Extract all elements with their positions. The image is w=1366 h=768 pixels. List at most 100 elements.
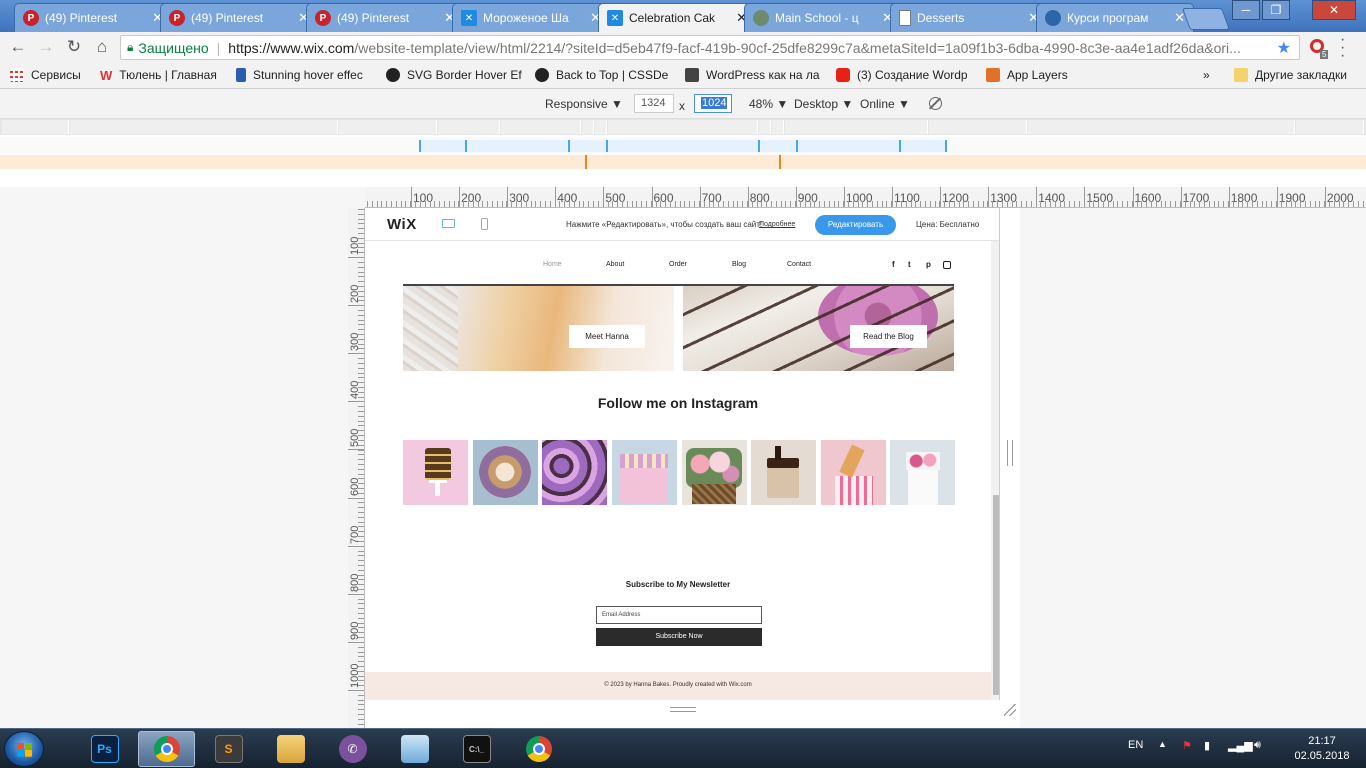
zoom-select[interactable]: 48% ▼ bbox=[749, 97, 788, 111]
bookmark-tyulen[interactable]: W Тюлень | Главная bbox=[100, 68, 217, 83]
bookmark-youtube[interactable]: (3) Создание Wordp bbox=[836, 68, 968, 82]
taskbar-chrome-2[interactable] bbox=[510, 731, 567, 767]
media-query-segment[interactable] bbox=[501, 120, 581, 134]
instagram-photo-layer-cake[interactable] bbox=[403, 440, 468, 505]
nav-blog[interactable]: Blog bbox=[732, 261, 746, 268]
network-warning-icon[interactable]: ⚑ bbox=[1182, 739, 1192, 752]
instagram-photo-flowers[interactable] bbox=[682, 440, 747, 505]
instagram-photo-floral-cake[interactable] bbox=[890, 440, 955, 505]
device-type-select[interactable]: Desktop ▼ bbox=[794, 97, 853, 111]
nav-about[interactable]: About bbox=[606, 261, 624, 268]
viewport-scrollbar-thumb[interactable] bbox=[993, 495, 999, 695]
back-button[interactable]: ← bbox=[4, 33, 32, 61]
tab-ice-cream[interactable]: ✕ Мороженое Ша ✕ bbox=[452, 3, 610, 32]
tab-main-school[interactable]: Main School - ц ✕ bbox=[744, 3, 902, 32]
instagram-photo-ice-cream-cake[interactable] bbox=[821, 440, 886, 505]
media-query-segment[interactable] bbox=[608, 120, 758, 134]
media-query-segment[interactable] bbox=[929, 120, 1027, 134]
nav-home[interactable]: Home bbox=[543, 261, 562, 268]
twitter-icon[interactable]: t bbox=[908, 260, 911, 269]
browser-menu-icon[interactable]: · · · bbox=[1340, 32, 1345, 64]
media-query-segment[interactable] bbox=[595, 120, 607, 134]
media-query-segment[interactable] bbox=[1028, 120, 1295, 134]
address-bar[interactable]: 🔒︎ Защищено | https://www.wix.com/websit… bbox=[120, 35, 1300, 60]
minimize-button[interactable]: ─ bbox=[1232, 0, 1260, 20]
bookmark-app-layers[interactable]: App Layers bbox=[986, 68, 1068, 82]
instagram-photo-donuts[interactable] bbox=[473, 440, 538, 505]
bookmark-wordpress[interactable]: WordPress как на ла bbox=[685, 68, 820, 82]
taskbar-photoshop[interactable]: Ps bbox=[76, 731, 133, 767]
close-window-button[interactable]: ✕ bbox=[1312, 0, 1356, 20]
bookmark-hover-effects[interactable]: Stunning hover effec bbox=[236, 68, 363, 82]
media-query-segment[interactable] bbox=[438, 120, 500, 134]
media-query-segment[interactable] bbox=[339, 120, 437, 134]
media-query-bar-min[interactable] bbox=[0, 155, 1366, 169]
taskbar-control-panel[interactable] bbox=[386, 731, 443, 767]
taskbar-explorer[interactable] bbox=[262, 731, 319, 767]
ruler-minor-tick bbox=[358, 396, 364, 398]
wix-logo[interactable]: WiX bbox=[387, 216, 417, 233]
device-select[interactable]: Responsive ▼ bbox=[545, 97, 623, 111]
facebook-icon[interactable]: f bbox=[892, 260, 895, 269]
taskbar-clock[interactable]: 21:17 02.05.2018 bbox=[1287, 734, 1357, 764]
media-query-segment[interactable] bbox=[772, 120, 784, 134]
taskbar-sublime[interactable]: S bbox=[200, 731, 257, 767]
corner-resize-handle[interactable] bbox=[1004, 704, 1016, 716]
media-query-segment[interactable] bbox=[1296, 120, 1364, 134]
tab-pinterest-1[interactable]: P (49) Pinterest ✕ bbox=[14, 3, 172, 32]
battery-icon[interactable]: ▮ bbox=[1204, 739, 1210, 752]
instagram-photo-drip-cake[interactable] bbox=[612, 440, 677, 505]
taskbar-cmd[interactable]: C:\_ bbox=[448, 731, 505, 767]
height-resize-handle[interactable] bbox=[670, 707, 696, 712]
pinterest-icon[interactable]: p bbox=[926, 260, 931, 269]
tab-celebration-cakes[interactable]: ✕ Celebration Cak ✕ bbox=[598, 3, 756, 32]
media-query-segment[interactable] bbox=[582, 120, 594, 134]
height-input[interactable]: 1024 bbox=[694, 94, 732, 113]
wix-more-link[interactable]: Подробнее bbox=[759, 221, 795, 228]
nav-order[interactable]: Order bbox=[669, 261, 687, 268]
start-button[interactable] bbox=[4, 731, 44, 767]
language-indicator[interactable]: EN bbox=[1128, 739, 1143, 751]
meet-hanna-button[interactable]: Meet Hanna bbox=[569, 325, 645, 348]
edit-button[interactable]: Редактировать bbox=[815, 215, 896, 235]
read-blog-button[interactable]: Read the Blog bbox=[850, 325, 927, 348]
desktop-view-icon[interactable] bbox=[442, 219, 455, 228]
media-query-segment[interactable] bbox=[759, 120, 771, 134]
bookmarks-overflow[interactable]: » bbox=[1203, 68, 1210, 82]
signal-icon[interactable]: ▂▄▆ bbox=[1228, 739, 1253, 752]
forward-button[interactable]: → bbox=[32, 33, 60, 61]
tab-pinterest-2[interactable]: P (49) Pinterest ✕ bbox=[160, 3, 318, 32]
volume-icon[interactable]: 🔊︎ bbox=[1254, 739, 1261, 752]
new-tab-button[interactable] bbox=[1181, 8, 1231, 30]
tab-pinterest-3[interactable]: P (49) Pinterest ✕ bbox=[306, 3, 464, 32]
bookmark-svg-border[interactable]: SVG Border Hover Ef bbox=[386, 68, 522, 82]
maximize-button[interactable]: ❐ bbox=[1262, 0, 1290, 20]
throttle-select[interactable]: Online ▼ bbox=[860, 97, 910, 111]
width-input[interactable]: 1324 bbox=[634, 94, 674, 113]
media-query-segment[interactable] bbox=[70, 120, 338, 134]
tab-courses[interactable]: Курси програм ✕ bbox=[1036, 3, 1194, 32]
tab-desserts[interactable]: Desserts ✕ bbox=[890, 3, 1048, 32]
media-query-range[interactable] bbox=[420, 140, 946, 152]
reload-button[interactable]: ↻ bbox=[60, 33, 88, 61]
bookmark-back-to-top[interactable]: Back to Top | CSSDe bbox=[535, 68, 668, 82]
width-resize-handle[interactable] bbox=[1007, 440, 1013, 466]
instagram-photo-chocolate-cake[interactable] bbox=[751, 440, 816, 505]
media-query-segment[interactable] bbox=[2, 120, 69, 134]
bookmark-star-icon[interactable]: ★ bbox=[1277, 38, 1291, 58]
tray-expand-icon[interactable]: ▲ bbox=[1158, 739, 1167, 749]
taskbar-viber[interactable]: ✆ bbox=[324, 731, 381, 767]
rotate-icon[interactable] bbox=[929, 97, 942, 110]
taskbar-chrome[interactable] bbox=[138, 731, 195, 767]
instagram-photo-glazed-donuts[interactable] bbox=[542, 440, 607, 505]
home-button[interactable]: ⌂ bbox=[88, 33, 116, 61]
email-field[interactable]: Email Address bbox=[596, 606, 762, 624]
subscribe-button[interactable]: Subscribe Now bbox=[596, 628, 762, 646]
other-bookmarks[interactable]: Другие закладки bbox=[1234, 68, 1347, 82]
instagram-icon[interactable] bbox=[943, 261, 951, 269]
bookmark-services[interactable]: Сервисы bbox=[10, 68, 81, 82]
ruler-minor-tick bbox=[780, 201, 782, 207]
media-query-segment[interactable] bbox=[785, 120, 928, 134]
mobile-view-icon[interactable] bbox=[481, 218, 488, 230]
nav-contact[interactable]: Contact bbox=[787, 261, 811, 268]
